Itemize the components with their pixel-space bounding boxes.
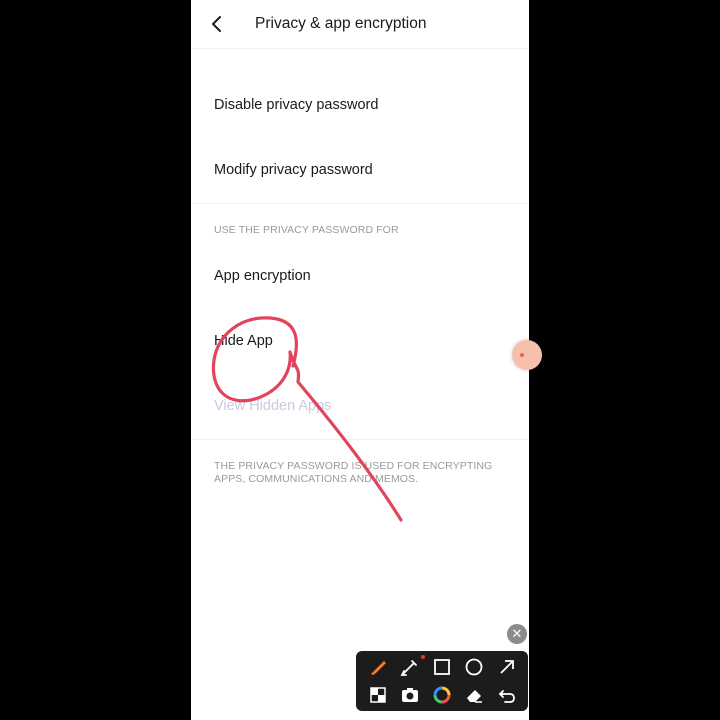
floating-ball[interactable]: [512, 340, 542, 370]
hide-app-item[interactable]: Hide App: [214, 333, 273, 349]
undo-icon[interactable]: [494, 682, 520, 708]
app-encryption-item[interactable]: App encryption: [214, 268, 311, 284]
circle-icon[interactable]: [461, 654, 487, 680]
eraser-icon[interactable]: [461, 682, 487, 708]
mosaic-icon[interactable]: [365, 682, 391, 708]
page-title: Privacy & app encryption: [255, 15, 427, 32]
top-bar: Privacy & app encryption: [191, 0, 529, 49]
highlighter-icon[interactable]: [397, 654, 423, 680]
chevron-left-icon[interactable]: [205, 12, 229, 36]
view-hidden-apps-item: View Hidden Apps: [214, 398, 332, 414]
disable-privacy-password-item[interactable]: Disable privacy password: [214, 97, 378, 113]
section-divider: [191, 203, 529, 204]
section-heading: USE THE PRIVACY PASSWORD FOR: [214, 224, 399, 236]
arrow-icon[interactable]: [494, 654, 520, 680]
phone-screen: Privacy & app encryption Disable privacy…: [191, 0, 529, 720]
footer-divider: [191, 439, 529, 440]
brush-icon[interactable]: [365, 654, 391, 680]
modify-privacy-password-item[interactable]: Modify privacy password: [214, 162, 373, 178]
footer-note: THE PRIVACY PASSWORD IS USED FOR ENCRYPT…: [214, 460, 493, 485]
rectangle-icon[interactable]: [429, 654, 455, 680]
close-icon[interactable]: ✕: [507, 624, 527, 644]
camera-icon[interactable]: [397, 682, 423, 708]
color-wheel-icon[interactable]: [429, 682, 455, 708]
